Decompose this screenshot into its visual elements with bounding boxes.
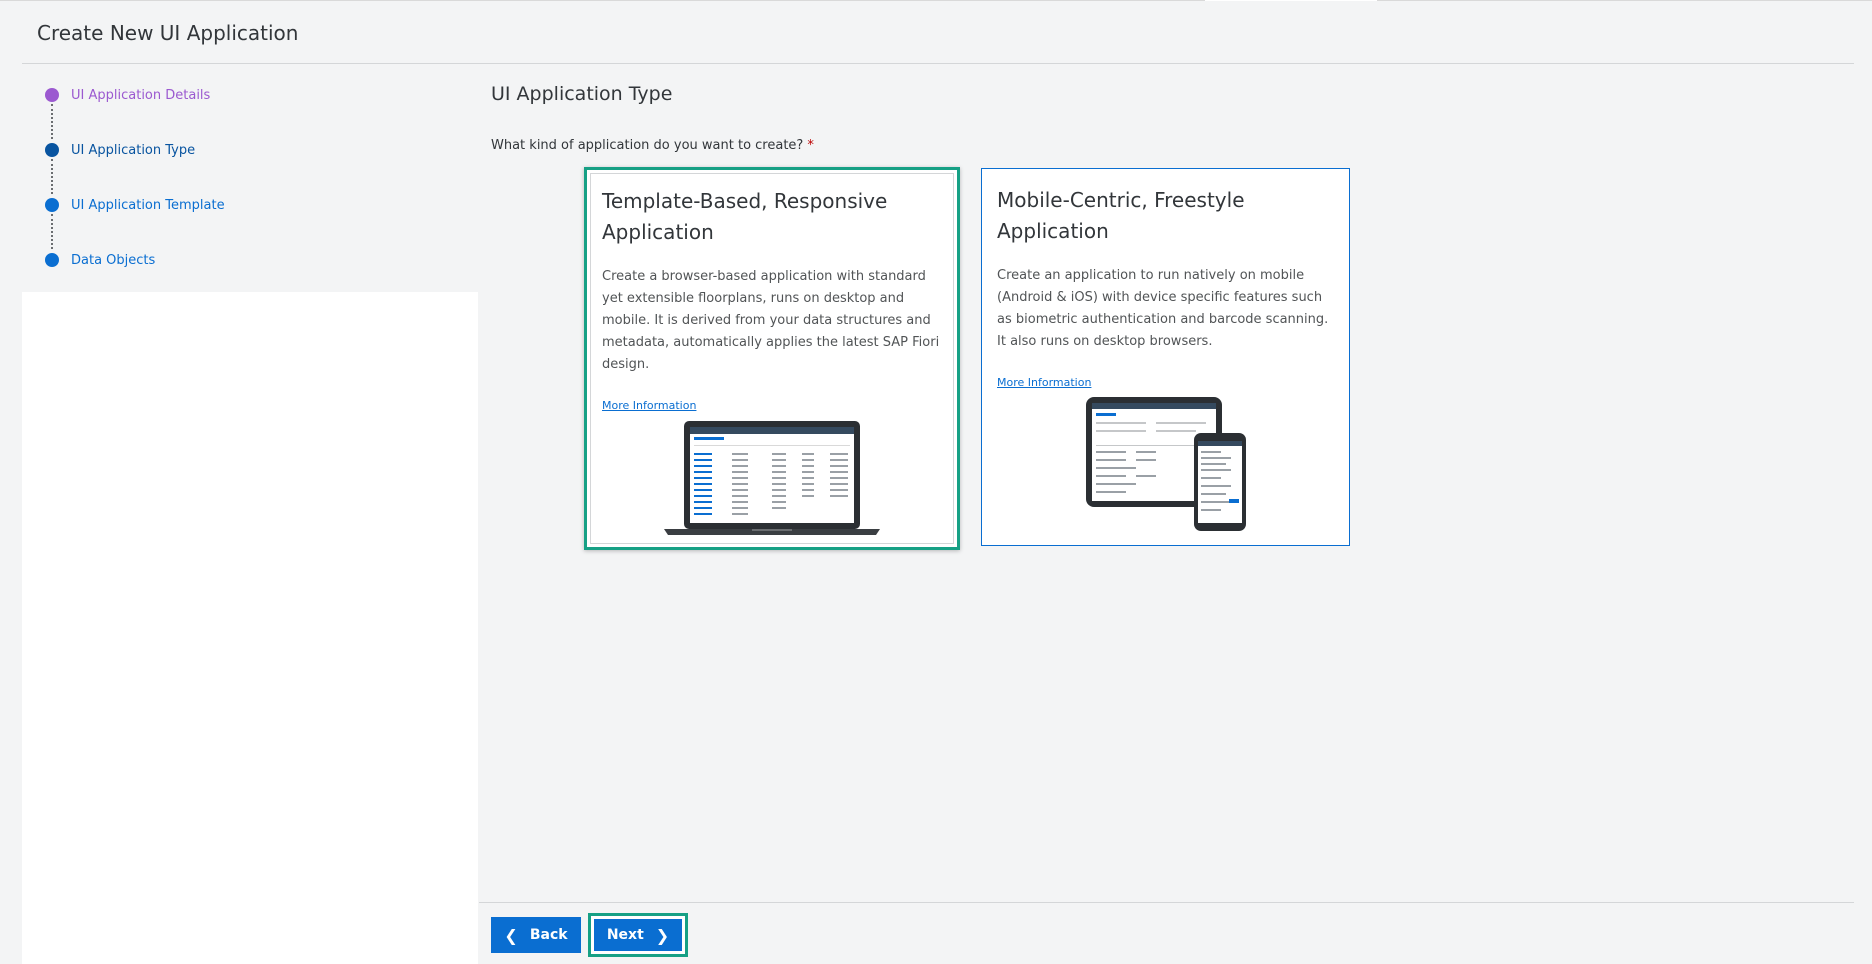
tablet-phone-illustration	[982, 395, 1349, 539]
top-border	[0, 0, 1872, 1]
page-title: Create New UI Application	[37, 21, 299, 45]
step-indicator-icon	[45, 143, 59, 157]
required-marker: *	[807, 138, 814, 153]
next-button-label: Next	[606, 927, 644, 943]
step-connector	[51, 214, 53, 249]
section-title: UI Application Type	[491, 83, 673, 105]
step-connector	[51, 104, 53, 139]
card-title: Template-Based, Responsive Application	[602, 189, 888, 244]
question-text: What kind of application do you want to …	[491, 138, 804, 153]
back-button[interactable]: ❮ Back	[491, 917, 581, 953]
card-template-based[interactable]: Template-Based, Responsive Application C…	[584, 167, 960, 550]
wizard-step-label: Data Objects	[71, 253, 156, 268]
step-connector	[51, 159, 53, 194]
step-indicator-icon	[45, 253, 59, 267]
footer-divider	[479, 902, 1854, 903]
step-indicator-icon	[45, 88, 59, 102]
left-panel	[22, 292, 478, 964]
card-description: Create a browser-based application with …	[602, 269, 940, 372]
card-description: Create an application to run natively on…	[997, 268, 1329, 349]
top-border-gap	[1205, 0, 1377, 1]
wizard-step-label: UI Application Template	[71, 198, 225, 213]
chevron-right-icon: ❯	[655, 925, 670, 945]
question-label: What kind of application do you want to …	[491, 138, 814, 153]
card-title: Mobile-Centric, Freestyle Application	[997, 188, 1245, 243]
more-information-link[interactable]: More Information	[997, 376, 1091, 389]
next-button[interactable]: Next ❯	[594, 919, 682, 951]
chevron-left-icon: ❮	[504, 925, 518, 945]
next-button-focus-ring: Next ❯	[588, 913, 688, 957]
wizard-step-label: UI Application Type	[71, 143, 196, 158]
back-button-label: Back	[529, 927, 568, 943]
wizard-step-label: UI Application Details	[71, 88, 211, 103]
step-indicator-icon	[45, 198, 59, 212]
more-information-link[interactable]: More Information	[602, 399, 696, 412]
laptop-illustration	[587, 417, 957, 541]
header-divider	[22, 63, 1854, 64]
card-mobile-centric[interactable]: Mobile-Centric, Freestyle Application Cr…	[981, 168, 1350, 546]
